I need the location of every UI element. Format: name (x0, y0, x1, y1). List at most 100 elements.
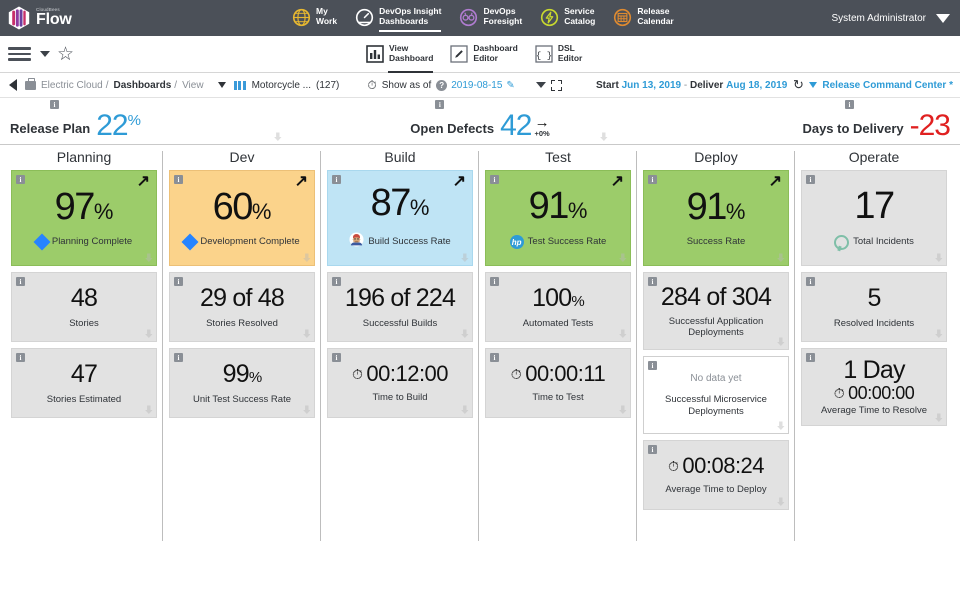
tab-dsl-editor[interactable]: { } DSLEditor (535, 44, 583, 63)
expand-control[interactable] (536, 80, 562, 91)
nav-item-devops-insight-dashboards[interactable]: DevOps InsightDashboards (355, 7, 441, 28)
resize-grip-icon[interactable] (775, 497, 786, 508)
resize-grip-icon[interactable] (617, 405, 628, 416)
info-icon[interactable]: i (332, 277, 341, 286)
info-icon[interactable]: i (648, 361, 657, 370)
metric-card[interactable]: i↗60%Development Complete (169, 170, 315, 266)
nav-item-service-catalog[interactable]: ServiceCatalog (540, 7, 595, 28)
resize-grip-icon[interactable] (143, 405, 154, 416)
tab-dashboard-editor-label: DashboardEditor (473, 44, 517, 63)
back-arrow-icon[interactable] (9, 79, 17, 91)
resize-grip-icon[interactable] (272, 132, 283, 143)
nav-item-release-calendar[interactable]: ReleaseCalendar (613, 7, 673, 28)
info-icon[interactable]: i (16, 353, 25, 362)
menu-hamburger-icon[interactable] (8, 44, 31, 64)
info-icon[interactable]: i (845, 100, 854, 109)
resize-grip-icon[interactable] (459, 253, 470, 264)
info-icon[interactable]: i (806, 353, 815, 362)
edit-pencil-icon[interactable]: ✎ (506, 80, 514, 91)
metric-card[interactable]: i47Stories Estimated (11, 348, 157, 418)
breadcrumb-view[interactable]: View (182, 80, 204, 91)
metric-card[interactable]: i99%Unit Test Success Rate (169, 348, 315, 418)
nav-item-devops-foresight[interactable]: DevOpsForesight (459, 7, 522, 28)
chevron-down-icon[interactable] (40, 51, 50, 57)
resize-grip-icon[interactable] (617, 253, 628, 264)
resize-grip-icon[interactable] (459, 405, 470, 416)
metric-card[interactable]: i48Stories (11, 272, 157, 342)
metric-card[interactable]: i⏱00:08:24Average Time to Deploy (643, 440, 789, 510)
info-icon[interactable]: i (332, 353, 341, 362)
board-column-dev: Devi↗60%Development Completei29 of 48Sto… (169, 145, 315, 424)
metric-card[interactable]: i100%Automated Tests (485, 272, 631, 342)
resize-grip-icon[interactable] (301, 253, 312, 264)
column-divider (794, 151, 795, 541)
resize-grip-icon[interactable] (598, 132, 609, 143)
help-icon[interactable]: ? (436, 80, 447, 91)
info-icon[interactable]: i (648, 175, 657, 184)
info-icon[interactable]: i (50, 100, 59, 109)
board-column-build: Buildi↗87%Build Success Ratei196 of 224S… (327, 145, 473, 424)
resize-grip-icon[interactable] (617, 329, 628, 340)
cloudbees-flow-logo[interactable]: CloudBees Flow (0, 6, 150, 30)
metric-card[interactable]: i284 of 304Successful Application Deploy… (643, 272, 789, 350)
metric-card[interactable]: i↗97%Planning Complete (11, 170, 157, 266)
resize-grip-icon[interactable] (301, 405, 312, 416)
info-icon[interactable]: i (435, 100, 444, 109)
refresh-icon[interactable]: ↻ (793, 77, 804, 93)
info-icon[interactable]: i (648, 277, 657, 286)
info-icon[interactable]: i (490, 277, 499, 286)
info-icon[interactable]: i (806, 175, 815, 184)
metric-card[interactable]: i5Resolved Incidents (801, 272, 947, 342)
metric-card[interactable]: i17Total Incidents (801, 170, 947, 266)
tab-dashboard-editor[interactable]: DashboardEditor (450, 44, 517, 63)
metric-card[interactable]: iNo data yetSuccessful Microservice Depl… (643, 356, 789, 434)
resize-grip-icon[interactable] (775, 337, 786, 348)
info-icon[interactable]: i (174, 277, 183, 286)
metric-card[interactable]: i↗91%hpTest Success Rate (485, 170, 631, 266)
kpi-open-defects-label: Open Defects (410, 121, 494, 136)
release-selector-chevron-icon[interactable] (218, 82, 226, 88)
info-icon[interactable]: i (490, 175, 499, 184)
metric-card[interactable]: i⏱00:00:11Time to Test (485, 348, 631, 418)
resize-grip-icon[interactable] (459, 329, 470, 340)
metric-caption: Average Time to Resolve (821, 405, 927, 416)
info-icon[interactable]: i (16, 175, 25, 184)
release-command-center-selector[interactable]: Release Command Center * (809, 80, 953, 91)
metric-card[interactable]: i⏱00:12:00Time to Build (327, 348, 473, 418)
info-icon[interactable]: i (332, 175, 341, 184)
info-icon[interactable]: i (16, 277, 25, 286)
resize-grip-icon[interactable] (933, 413, 944, 424)
breadcrumb-electric-cloud[interactable]: Electric Cloud (41, 80, 103, 91)
metric-card[interactable]: i↗91%Success Rate (643, 170, 789, 266)
breadcrumb-dashboards[interactable]: Dashboards (113, 80, 171, 91)
lightning-icon (540, 8, 559, 27)
info-icon[interactable]: i (174, 175, 183, 184)
tab-view-dashboard[interactable]: ViewDashboard (366, 44, 433, 63)
metric-card[interactable]: i↗87%Build Success Rate (327, 170, 473, 266)
show-as-of-date[interactable]: 2019-08-15 (451, 80, 502, 91)
metric-card[interactable]: i1 Day⏱00:00:00Average Time to Resolve (801, 348, 947, 426)
info-icon[interactable]: i (174, 353, 183, 362)
info-icon[interactable]: i (806, 277, 815, 286)
release-name[interactable]: Motorcycle ... (252, 80, 311, 91)
kpi-days-to-delivery[interactable]: i Days to Delivery -23 (637, 98, 960, 144)
favorite-star-icon[interactable]: ☆ (57, 45, 74, 64)
resize-grip-icon[interactable] (143, 329, 154, 340)
user-menu[interactable]: System Administrator (832, 13, 950, 24)
resize-grip-icon[interactable] (933, 329, 944, 340)
kpi-open-defects[interactable]: i Open Defects 42 → +0% (323, 98, 636, 144)
resize-grip-icon[interactable] (301, 329, 312, 340)
metric-card[interactable]: i196 of 224Successful Builds (327, 272, 473, 342)
metric-value: 60% (213, 188, 272, 226)
column-title: Test (485, 145, 631, 170)
resize-grip-icon[interactable] (775, 421, 786, 432)
resize-grip-icon[interactable] (775, 253, 786, 264)
resize-grip-icon[interactable] (143, 253, 154, 264)
metric-card[interactable]: i29 of 48Stories Resolved (169, 272, 315, 342)
nav-item-my-work[interactable]: MyWork (292, 7, 337, 28)
resize-grip-icon[interactable] (933, 253, 944, 264)
info-icon[interactable]: i (490, 353, 499, 362)
info-icon[interactable]: i (648, 445, 657, 454)
chevron-down-icon (809, 82, 817, 88)
kpi-release-plan[interactable]: i Release Plan 22 % (0, 98, 323, 144)
